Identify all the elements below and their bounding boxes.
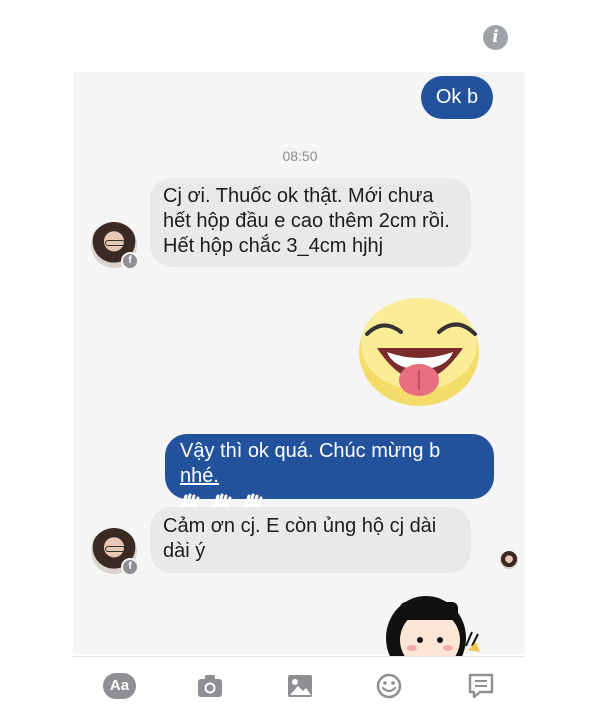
incoming-message: Cảm ơn cj. E còn ủng hộ cj dài dài ý [150, 507, 471, 573]
camera-icon[interactable] [196, 673, 224, 699]
outgoing-message-text: Vậy thì ok quá. Chúc mừng b [180, 440, 441, 462]
read-receipt-avatar [500, 551, 518, 569]
more-icon[interactable] [467, 673, 495, 699]
messenger-badge-icon: f [121, 252, 139, 270]
outgoing-message-link[interactable]: nhé. [180, 465, 219, 487]
avatar-glasses [105, 546, 125, 552]
sender-avatar[interactable]: f [91, 222, 139, 270]
outgoing-message-ok: Ok b [421, 76, 493, 119]
outgoing-message: Vậy thì ok quá. Chúc mừng b nhé. [165, 434, 494, 510]
composer-bar: Aa [73, 656, 525, 713]
avatar-glasses [105, 240, 125, 246]
incoming-message: Cj ơi. Thuốc ok thật. Mới chưa hết hộp đ… [150, 178, 471, 267]
girl-sticker [386, 596, 480, 658]
message-timestamp: 08:50 [282, 148, 318, 164]
sender-avatar[interactable]: f [91, 528, 139, 576]
messenger-badge-icon: f [121, 558, 139, 576]
info-icon[interactable]: i [483, 25, 508, 50]
emoji-icon[interactable] [375, 673, 403, 699]
laughing-face-sticker [359, 298, 479, 406]
gallery-icon[interactable] [286, 673, 314, 699]
aa-text-button[interactable]: Aa [103, 673, 136, 699]
